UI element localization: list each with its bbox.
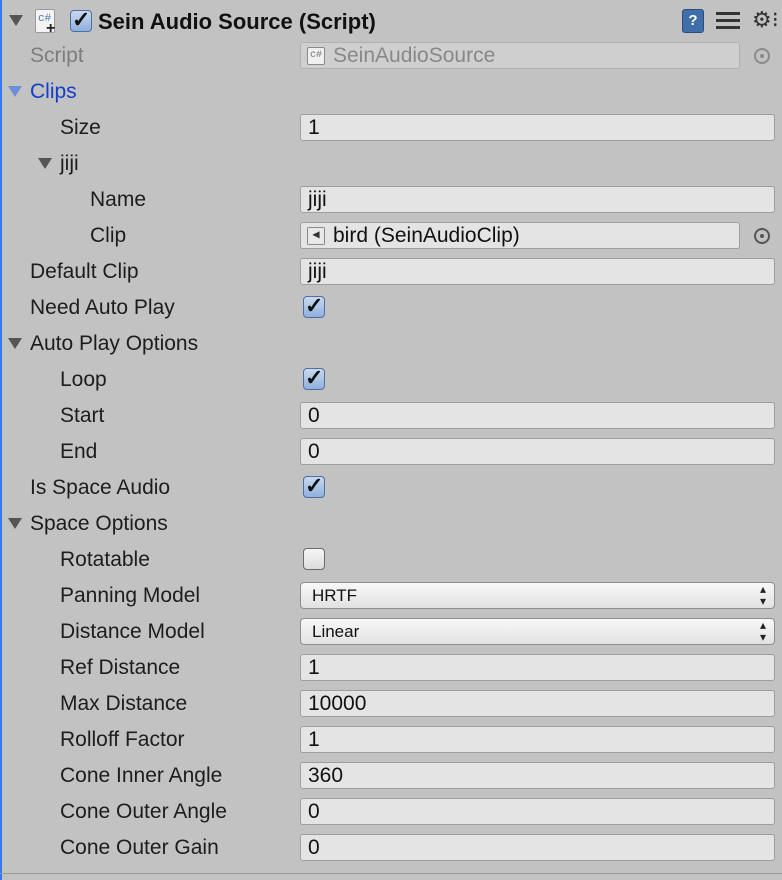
clip-label: Clip xyxy=(90,224,127,247)
script-picker-icon xyxy=(754,48,770,64)
auto-play-options-foldout-arrow-icon[interactable] xyxy=(8,338,22,349)
script-label: Script xyxy=(30,44,84,67)
is-space-audio-label: Is Space Audio xyxy=(30,476,171,499)
name-label: Name xyxy=(90,188,147,211)
cone-outer-angle-label: Cone Outer Angle xyxy=(60,800,227,823)
distance-model-select[interactable]: Linear ▴ ▾ xyxy=(300,618,775,645)
component-divider xyxy=(0,873,782,874)
selection-accent xyxy=(0,0,2,880)
clips-label[interactable]: Clips xyxy=(30,79,77,105)
need-auto-play-checkbox[interactable]: ✓ xyxy=(303,293,325,318)
audio-clip-icon: ◀ xyxy=(307,227,325,245)
cone-inner-angle-field[interactable]: 360 xyxy=(300,762,775,789)
checkmark-icon: ✓ xyxy=(305,293,324,318)
clips-foldout-arrow-icon[interactable] xyxy=(8,86,22,97)
cone-outer-angle-field[interactable]: 0 xyxy=(300,798,775,825)
rotatable-checkbox[interactable] xyxy=(303,548,325,570)
gear-icon[interactable]: ⚙⁝ xyxy=(752,9,780,33)
cone-outer-gain-label: Cone Outer Gain xyxy=(60,836,219,859)
space-options-foldout-arrow-icon[interactable] xyxy=(8,518,22,529)
preset-icon[interactable] xyxy=(716,9,740,33)
element-foldout-arrow-icon[interactable] xyxy=(38,158,52,169)
default-clip-field[interactable]: jiji xyxy=(300,258,775,285)
is-space-audio-checkbox[interactable]: ✓ xyxy=(303,473,325,498)
ref-distance-label: Ref Distance xyxy=(60,656,181,679)
loop-label: Loop xyxy=(60,368,107,391)
help-icon[interactable]: ? xyxy=(682,9,704,33)
max-distance-label: Max Distance xyxy=(60,692,188,715)
start-label: Start xyxy=(60,404,105,427)
distance-model-label: Distance Model xyxy=(60,620,205,643)
rotatable-label: Rotatable xyxy=(60,548,150,571)
end-label: End xyxy=(60,440,98,463)
component-foldout-arrow-icon[interactable] xyxy=(9,15,23,26)
script-asset-icon: c# xyxy=(307,47,325,65)
max-distance-field[interactable]: 10000 xyxy=(300,690,775,717)
clip-picker-icon[interactable] xyxy=(754,228,770,244)
select-arrows-icon: ▴ ▾ xyxy=(759,582,766,608)
clip-field[interactable]: ◀ bird (SeinAudioClip) xyxy=(300,222,740,249)
size-field[interactable]: 1 xyxy=(300,114,775,141)
script-value: SeinAudioSource xyxy=(333,44,496,67)
loop-checkbox[interactable]: ✓ xyxy=(303,365,325,390)
preset-bar-icon xyxy=(716,26,740,29)
component-header[interactable]: c# + ✓ Sein Audio Source (Script) ? ⚙⁝ xyxy=(0,0,782,40)
component-title: Sein Audio Source (Script) xyxy=(98,9,376,34)
cone-outer-gain-field[interactable]: 0 xyxy=(300,834,775,861)
preset-bar-icon xyxy=(716,19,740,22)
panning-model-select[interactable]: HRTF ▴ ▾ xyxy=(300,582,775,609)
auto-play-options-label[interactable]: Auto Play Options xyxy=(30,331,198,357)
checkmark-icon: ✓ xyxy=(305,365,324,390)
default-clip-label: Default Clip xyxy=(30,260,139,283)
need-auto-play-label: Need Auto Play xyxy=(30,296,175,319)
preset-bar-icon xyxy=(716,12,740,15)
ref-distance-field[interactable]: 1 xyxy=(300,654,775,681)
name-field[interactable]: jiji xyxy=(300,186,775,213)
select-arrows-icon: ▴ ▾ xyxy=(759,618,766,644)
distance-model-value: Linear xyxy=(312,622,360,641)
rolloff-factor-label: Rolloff Factor xyxy=(60,728,185,751)
size-label: Size xyxy=(60,116,101,139)
checkmark-icon: ✓ xyxy=(72,7,91,32)
rolloff-factor-field[interactable]: 1 xyxy=(300,726,775,753)
element-label[interactable]: jiji xyxy=(60,151,79,177)
panning-model-label: Panning Model xyxy=(60,584,201,607)
inspector-panel: c# + ✓ Sein Audio Source (Script) ? ⚙⁝ S… xyxy=(0,0,782,880)
start-field[interactable]: 0 xyxy=(300,402,775,429)
checkmark-icon: ✓ xyxy=(305,473,324,498)
clip-value: bird (SeinAudioClip) xyxy=(333,224,520,247)
script-field: c# SeinAudioSource xyxy=(300,42,740,69)
component-enabled-checkbox[interactable]: ✓ xyxy=(70,7,92,32)
cone-inner-angle-label: Cone Inner Angle xyxy=(60,764,223,787)
space-options-label[interactable]: Space Options xyxy=(30,511,168,537)
panning-model-value: HRTF xyxy=(312,586,358,605)
add-script-plus-icon: + xyxy=(46,20,56,37)
end-field[interactable]: 0 xyxy=(300,438,775,465)
